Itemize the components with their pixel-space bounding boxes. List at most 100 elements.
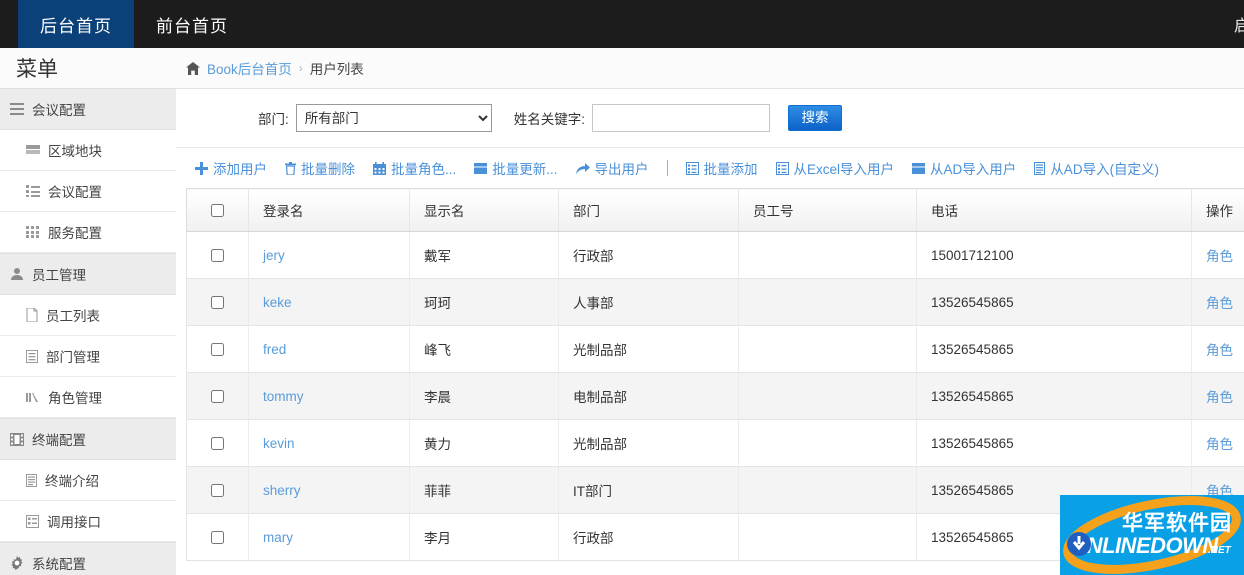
user-login-link[interactable]: tommy [263, 389, 304, 404]
sidebar-item-staff-list[interactable]: 员工列表 [0, 295, 176, 336]
row-checkbox[interactable] [211, 531, 224, 544]
column-header-employee-no[interactable]: 员工号 [739, 189, 917, 232]
sidebar-group-system-config-label: 系统配置 [32, 553, 86, 573]
grid-dots-icon [26, 226, 40, 238]
sidebar-item-department-management-label: 部门管理 [46, 346, 100, 366]
batch-role-button[interactable]: 批量角色... [364, 158, 465, 178]
user-login-link[interactable]: keke [263, 295, 292, 310]
user-login-link[interactable]: kevin [263, 436, 295, 451]
import-from-ad-button[interactable]: 从AD导入用户 [903, 158, 1025, 178]
column-header-phone[interactable]: 电话 [917, 189, 1192, 232]
top-navigation-bar: 后台首页 前台首页 启 [0, 0, 1244, 48]
row-checkbox[interactable] [211, 296, 224, 309]
sidebar-group-meeting-config[interactable]: 会议配置 [0, 88, 176, 130]
row-checkbox[interactable] [211, 249, 224, 262]
column-header-login[interactable]: 登录名 [249, 189, 410, 232]
import-from-ad-custom-button[interactable]: 从AD导入(自定义) [1025, 158, 1168, 178]
row-checkbox[interactable] [211, 343, 224, 356]
column-header-display-name[interactable]: 显示名 [410, 189, 559, 232]
cell-phone: 15001712100 [917, 232, 1192, 279]
page-root: 后台首页 前台首页 启 菜单 会议配置 区域地块 [0, 0, 1244, 575]
sidebar-item-meeting-config[interactable]: 会议配置 [0, 171, 176, 212]
watermark-net-text: .NET [1208, 545, 1231, 556]
role-link[interactable]: 角色 [1206, 296, 1233, 311]
user-login-link[interactable]: jery [263, 248, 285, 263]
cell-display-name: 峰飞 [410, 326, 559, 373]
import-from-ad-label: 从AD导入用户 [930, 158, 1016, 178]
gear-icon [10, 556, 24, 570]
select-all-checkbox[interactable] [211, 204, 224, 217]
breadcrumb: Book后台首页 › 用户列表 [176, 48, 1244, 89]
breadcrumb-home-link[interactable]: Book后台首页 [207, 58, 292, 78]
roles-icon [26, 391, 40, 403]
cell-login: mary [249, 514, 410, 561]
sidebar-item-area-block[interactable]: 区域地块 [0, 130, 176, 171]
cell-display-name: 戴军 [410, 232, 559, 279]
sidebar: 菜单 会议配置 区域地块 会议配置 服务配置 [0, 48, 177, 575]
topnav-tab-frontend[interactable]: 前台首页 [134, 0, 250, 48]
add-user-button[interactable]: 添加用户 [186, 158, 276, 178]
export-user-label: 导出用户 [595, 158, 649, 178]
watermark-download-icon [1066, 531, 1092, 557]
import-from-excel-button[interactable]: 从Excel导入用户 [767, 158, 904, 178]
trash-icon [285, 162, 296, 175]
batch-update-button[interactable]: 批量更新... [465, 158, 566, 178]
row-checkbox[interactable] [211, 484, 224, 497]
export-user-button[interactable]: 导出用户 [567, 158, 658, 178]
cell-employee-no [739, 514, 917, 561]
department-select[interactable]: 所有部门 [296, 104, 492, 132]
row-select-cell [187, 467, 249, 514]
watermark-logo: 华军软件园 ONLINEDOWN .NET [1060, 495, 1244, 575]
topbar-user-area[interactable]: 启 [1228, 0, 1244, 48]
home-icon [186, 62, 200, 75]
topbar-user-label: 启 [1234, 12, 1244, 36]
batch-add-label: 批量添加 [704, 158, 758, 178]
keyword-label: 姓名关键字: [514, 108, 585, 128]
batch-delete-button[interactable]: 批量删除 [276, 158, 364, 178]
sidebar-group-staff-management[interactable]: 员工管理 [0, 253, 176, 295]
column-header-operation[interactable]: 操作 [1192, 189, 1244, 232]
role-link[interactable]: 角色 [1206, 343, 1233, 358]
sidebar-item-terminal-intro[interactable]: 终端介绍 [0, 460, 176, 501]
sidebar-group-terminal-config-label: 终端配置 [32, 429, 86, 449]
topnav-tab-backend[interactable]: 后台首页 [18, 0, 134, 48]
cell-department: 电制品部 [559, 373, 739, 420]
cell-employee-no [739, 326, 917, 373]
cell-department: 人事部 [559, 279, 739, 326]
file-icon [26, 308, 38, 322]
user-login-link[interactable]: sherry [263, 483, 301, 498]
cell-phone: 13526545865 [917, 420, 1192, 467]
sidebar-item-department-management[interactable]: 部门管理 [0, 336, 176, 377]
row-checkbox[interactable] [211, 390, 224, 403]
role-link[interactable]: 角色 [1206, 390, 1233, 405]
user-table-head: 登录名 显示名 部门 员工号 电话 操作 [187, 189, 1244, 232]
cell-login: jery [249, 232, 410, 279]
sidebar-item-api-interface[interactable]: 调用接口 [0, 501, 176, 542]
cell-employee-no [739, 279, 917, 326]
user-login-link[interactable]: mary [263, 530, 293, 545]
topnav-tab-backend-label: 后台首页 [40, 12, 112, 37]
sidebar-group-system-config[interactable]: 系统配置 [0, 542, 176, 575]
row-checkbox[interactable] [211, 437, 224, 450]
import-from-ad-custom-label: 从AD导入(自定义) [1050, 158, 1159, 178]
cell-employee-no [739, 420, 917, 467]
column-header-department[interactable]: 部门 [559, 189, 739, 232]
keyword-input[interactable] [592, 104, 770, 132]
department-label: 部门: [258, 108, 289, 128]
search-button[interactable]: 搜索 [788, 105, 842, 131]
topnav-tab-frontend-label: 前台首页 [156, 12, 228, 37]
batch-add-button[interactable]: 批量添加 [677, 158, 767, 178]
user-login-link[interactable]: fred [263, 342, 286, 357]
batch-role-label: 批量角色... [391, 158, 456, 178]
list-icon [26, 185, 40, 197]
sidebar-item-role-management[interactable]: 角色管理 [0, 377, 176, 418]
topnav-left-spacer [0, 0, 18, 48]
cell-login: sherry [249, 467, 410, 514]
sidebar-group-terminal-config[interactable]: 终端配置 [0, 418, 176, 460]
sidebar-item-service-config[interactable]: 服务配置 [0, 212, 176, 253]
import-from-excel-label: 从Excel导入用户 [794, 158, 895, 178]
breadcrumb-separator: › [299, 61, 303, 75]
role-link[interactable]: 角色 [1206, 249, 1233, 264]
role-link[interactable]: 角色 [1206, 437, 1233, 452]
table-row: fred峰飞光制品部13526545865角色 [187, 326, 1244, 373]
